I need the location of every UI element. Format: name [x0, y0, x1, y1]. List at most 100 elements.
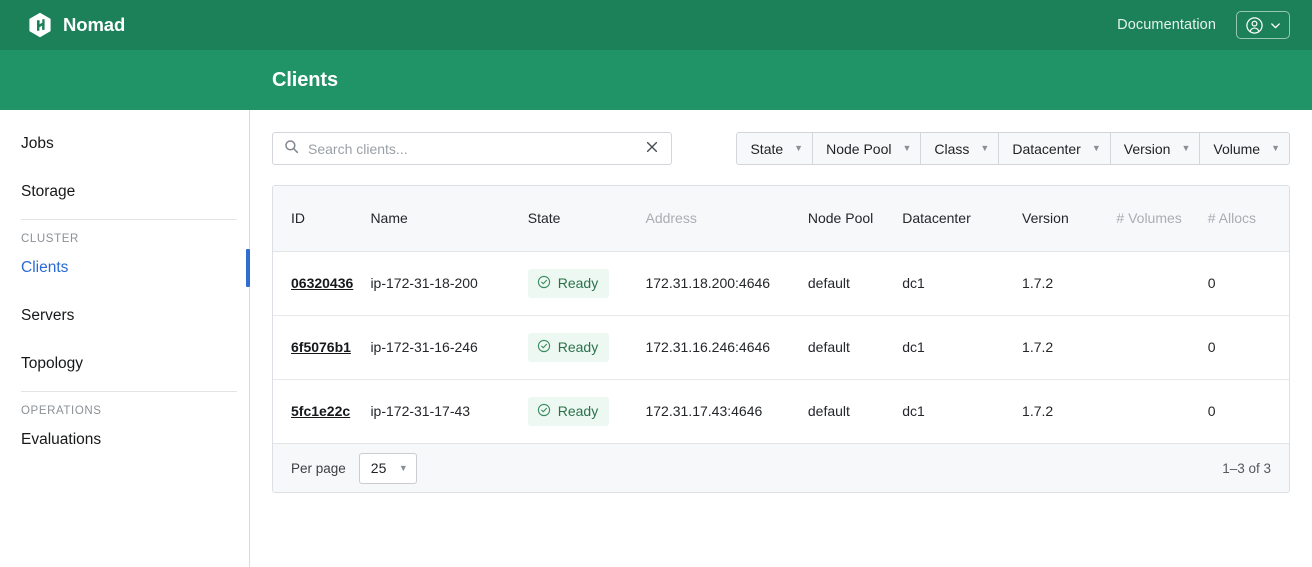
filter-class-dropdown[interactable]: Class ▼	[921, 132, 1000, 165]
chevron-down-icon: ▼	[902, 143, 912, 153]
cell-datacenter: dc1	[902, 251, 1023, 316]
search-input[interactable]	[308, 140, 643, 157]
cell-name: ip-172-31-18-200	[370, 251, 528, 316]
cell-state: Ready	[527, 251, 646, 316]
sidebar-navigation: Jobs Storage CLUSTER Clients Servers Top…	[0, 110, 250, 567]
table-header: ID Name State Address Node Pool Datacent…	[273, 186, 1289, 252]
chevron-down-icon: ▼	[398, 462, 408, 473]
clients-toolbar: State ▼ Node Pool ▼ Class ▼ Datacenter ▼…	[272, 132, 1290, 165]
cell-name: ip-172-31-16-246	[370, 315, 528, 380]
filter-label: Volume	[1213, 140, 1261, 157]
cell-id: 6f5076b1	[273, 315, 371, 380]
pagination-range-text: 1–3 of 3	[1222, 460, 1271, 476]
filter-label: Class	[934, 140, 970, 157]
cell-state: Ready	[527, 315, 646, 380]
sidebar-item-evaluations[interactable]: Evaluations	[0, 424, 249, 456]
column-header-allocs: # Allocs	[1207, 186, 1289, 252]
per-page-select[interactable]: 25 ▼	[358, 452, 417, 484]
user-account-menu-button[interactable]	[1236, 11, 1290, 39]
chevron-down-icon: ▼	[1271, 143, 1280, 153]
status-badge-label: Ready	[557, 403, 599, 420]
cell-address: 172.31.18.200:4646	[645, 251, 808, 316]
cell-node-pool: default	[807, 403, 850, 420]
cell-volumes	[1116, 379, 1207, 443]
filter-state-dropdown[interactable]: State ▼	[736, 132, 814, 165]
cell-volumes	[1116, 315, 1208, 380]
close-icon	[645, 140, 659, 157]
cell-node-pool: default	[807, 251, 903, 316]
sidebar-item-label: Storage	[21, 183, 76, 200]
column-header-address: Address	[645, 186, 808, 252]
documentation-link[interactable]: Documentation	[1117, 17, 1216, 33]
search-icon	[284, 139, 299, 159]
filter-label: Node Pool	[826, 140, 892, 157]
sidebar-item-label: Jobs	[21, 135, 54, 152]
sidebar-item-servers[interactable]: Servers	[0, 300, 249, 332]
main-content: State ▼ Node Pool ▼ Class ▼ Datacenter ▼…	[250, 110, 1312, 567]
status-badge: Ready	[527, 332, 610, 362]
status-badge: Ready	[527, 396, 610, 426]
client-id-link[interactable]: 06320436	[291, 275, 353, 291]
sidebar-item-topology[interactable]: Topology	[0, 348, 249, 380]
check-circle-icon	[537, 339, 551, 356]
sidebar-item-jobs[interactable]: Jobs	[0, 128, 249, 160]
page-title: Clients	[272, 68, 338, 91]
column-header-id[interactable]: ID	[273, 186, 371, 252]
chevron-down-icon: ▼	[1181, 143, 1191, 153]
client-id-link[interactable]: 6f5076b1	[291, 339, 351, 355]
filter-label: Datacenter	[1012, 140, 1081, 157]
brand-home-link[interactable]: Nomad	[28, 12, 125, 38]
top-nav-right-group: Documentation	[1117, 11, 1290, 39]
filter-label: Version	[1123, 140, 1171, 157]
page-subheader: Clients	[0, 50, 1312, 110]
clients-table: ID Name State Address Node Pool Datacent…	[273, 186, 1289, 443]
cell-name: ip-172-31-17-43	[370, 403, 471, 420]
column-header-version[interactable]: Version	[1022, 186, 1117, 252]
column-header-node-pool[interactable]: Node Pool	[807, 186, 903, 252]
table-row[interactable]: 06320436 ip-172-31-18-200 Ready 172.31.1…	[273, 251, 1289, 316]
chevron-down-icon	[1269, 19, 1282, 32]
cell-version: 1.7.2	[1022, 315, 1117, 380]
user-circle-icon	[1245, 16, 1264, 35]
filter-node-pool-dropdown[interactable]: Node Pool ▼	[813, 132, 922, 165]
filter-datacenter-dropdown[interactable]: Datacenter ▼	[999, 132, 1111, 165]
top-navigation-bar: Nomad Documentation	[0, 0, 1312, 50]
page-body: Jobs Storage CLUSTER Clients Servers Top…	[0, 110, 1312, 567]
sidebar-item-label: Servers	[21, 307, 75, 324]
chevron-down-icon: ▼	[980, 143, 990, 153]
active-indicator-bar	[246, 249, 250, 287]
cell-datacenter: dc1	[902, 315, 1023, 380]
sidebar-item-label: Topology	[21, 355, 84, 372]
cell-allocs: 0	[1207, 251, 1289, 316]
table-pagination-footer: Per page 25 ▼ 1–3 of 3	[273, 443, 1289, 492]
sidebar-item-clients[interactable]: Clients	[0, 249, 250, 287]
cell-id: 5fc1e22c	[273, 379, 370, 443]
cell-allocs: 0	[1207, 403, 1216, 420]
search-clients-box[interactable]	[272, 132, 672, 165]
table-body: 06320436 ip-172-31-18-200 Ready 172.31.1…	[273, 251, 1289, 443]
check-circle-icon	[537, 403, 551, 420]
clients-table-container: ID Name State Address Node Pool Datacent…	[272, 185, 1290, 493]
chevron-down-icon: ▼	[1091, 143, 1101, 153]
search-clear-button[interactable]	[643, 140, 661, 157]
client-id-link[interactable]: 5fc1e22c	[291, 403, 350, 419]
status-badge-label: Ready	[557, 339, 599, 355]
table-row[interactable]: 6f5076b1 ip-172-31-16-246 Ready 172.31.1…	[273, 315, 1289, 380]
brand-name-label: Nomad	[63, 14, 126, 35]
filter-version-dropdown[interactable]: Version ▼	[1110, 132, 1201, 165]
sidebar-item-storage[interactable]: Storage	[0, 176, 249, 208]
cell-address: 172.31.17.43:4646	[645, 403, 763, 420]
filter-volume-dropdown[interactable]: Volume ▼	[1200, 132, 1290, 165]
cell-datacenter: dc1	[902, 403, 925, 420]
column-header-datacenter[interactable]: Datacenter	[902, 186, 1023, 252]
column-header-name[interactable]: Name	[370, 186, 528, 252]
cell-volumes	[1116, 251, 1208, 316]
column-header-state[interactable]: State	[527, 186, 646, 252]
sidebar-section-operations-label: OPERATIONS	[21, 405, 102, 417]
filter-label: State	[750, 140, 784, 157]
table-row[interactable]: 5fc1e22c ip-172-31-17-43 Ready 172.31.17…	[273, 379, 1289, 443]
per-page-label: Per page	[291, 460, 346, 476]
sidebar-item-label: Evaluations	[21, 431, 102, 448]
cell-node-pool: default	[807, 315, 903, 380]
